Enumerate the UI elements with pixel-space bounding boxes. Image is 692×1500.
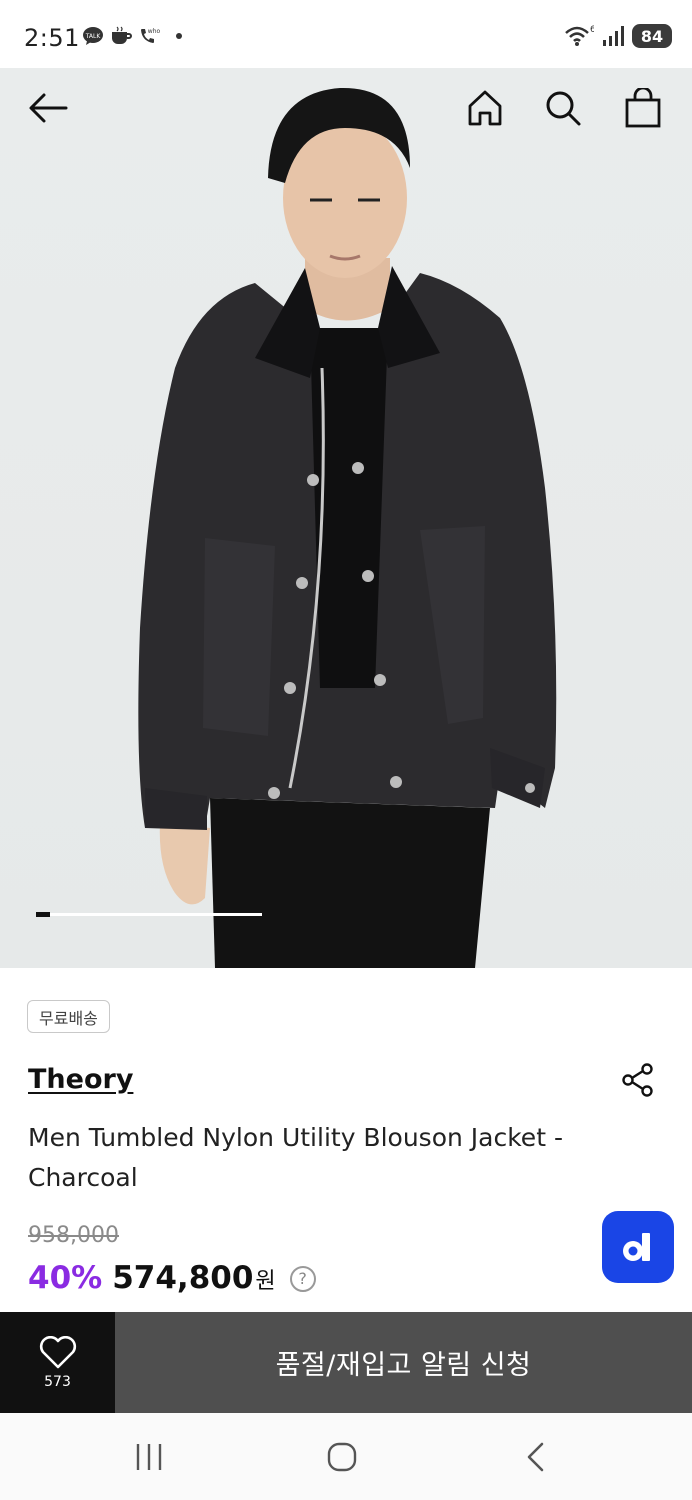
search-icon [546,91,581,126]
product-image-gallery[interactable] [0,68,692,968]
home-icon [468,90,502,126]
product-name: Men Tumbled Nylon Utility Blouson Jacket… [28,1123,563,1192]
recent-apps-icon [136,1444,162,1470]
home-circle-icon [327,1442,357,1472]
product-info: 무료배송 Theory Men Tumbled Nylon Utility Bl… [0,968,692,1312]
gallery-progress-indicator [36,912,50,917]
currency-unit: 원 [255,1269,276,1294]
search-button[interactable] [541,86,585,130]
gallery-progress-track [36,913,262,916]
recent-apps-button[interactable] [127,1439,171,1475]
like-button[interactable]: 573 [0,1312,115,1413]
home-system-button[interactable] [320,1439,364,1475]
wifi-6-icon: 6 [565,25,594,46]
system-navigation-bar [0,1413,692,1500]
price-help-icon[interactable]: ? [289,1265,316,1292]
heart-icon [39,1335,76,1368]
original-price: 958,000 [28,1223,119,1248]
shopping-bag-icon [625,88,661,128]
like-count: 573 [44,1373,71,1390]
d-logo-icon [623,1233,650,1261]
back-system-button[interactable] [514,1439,558,1475]
more-notifications-dot [176,33,182,39]
cart-button[interactable] [621,86,665,130]
brand-link[interactable]: Theory [28,1064,133,1095]
svg-text:TALK: TALK [85,33,102,40]
back-button[interactable] [26,86,70,130]
system-icons: 6 84 [564,24,672,48]
product-header [0,68,692,152]
home-button[interactable] [463,86,507,130]
back-arrow-icon [29,93,68,123]
sale-price: 574,800 [112,1260,254,1296]
price-row: 40% 574,800 원 ? [28,1260,316,1296]
coffee-icon [112,26,132,44]
talk-icon: TALK [83,27,103,45]
whowho-icon: who [141,28,160,43]
restock-notify-button[interactable]: 품절/재입고 알림 신청 [115,1312,692,1413]
notification-icons: TALK who [82,26,182,46]
status-bar: 2:51 TALK who 6 84 [0,0,692,68]
discount-rate: 40% [28,1260,103,1296]
svg-text:who: who [148,28,160,35]
share-button[interactable] [620,1062,656,1098]
share-icon [622,1063,653,1097]
chevron-left-icon [527,1442,544,1472]
free-shipping-badge: 무료배송 [27,1000,110,1033]
signal-icon [603,26,624,46]
floating-d-button[interactable] [602,1211,674,1283]
bottom-action-bar: 573 품절/재입고 알림 신청 [0,1312,692,1413]
battery-icon: 84 [632,24,672,48]
product-photo [138,87,557,968]
svg-text:6: 6 [590,25,594,35]
status-time: 2:51 [24,24,80,52]
